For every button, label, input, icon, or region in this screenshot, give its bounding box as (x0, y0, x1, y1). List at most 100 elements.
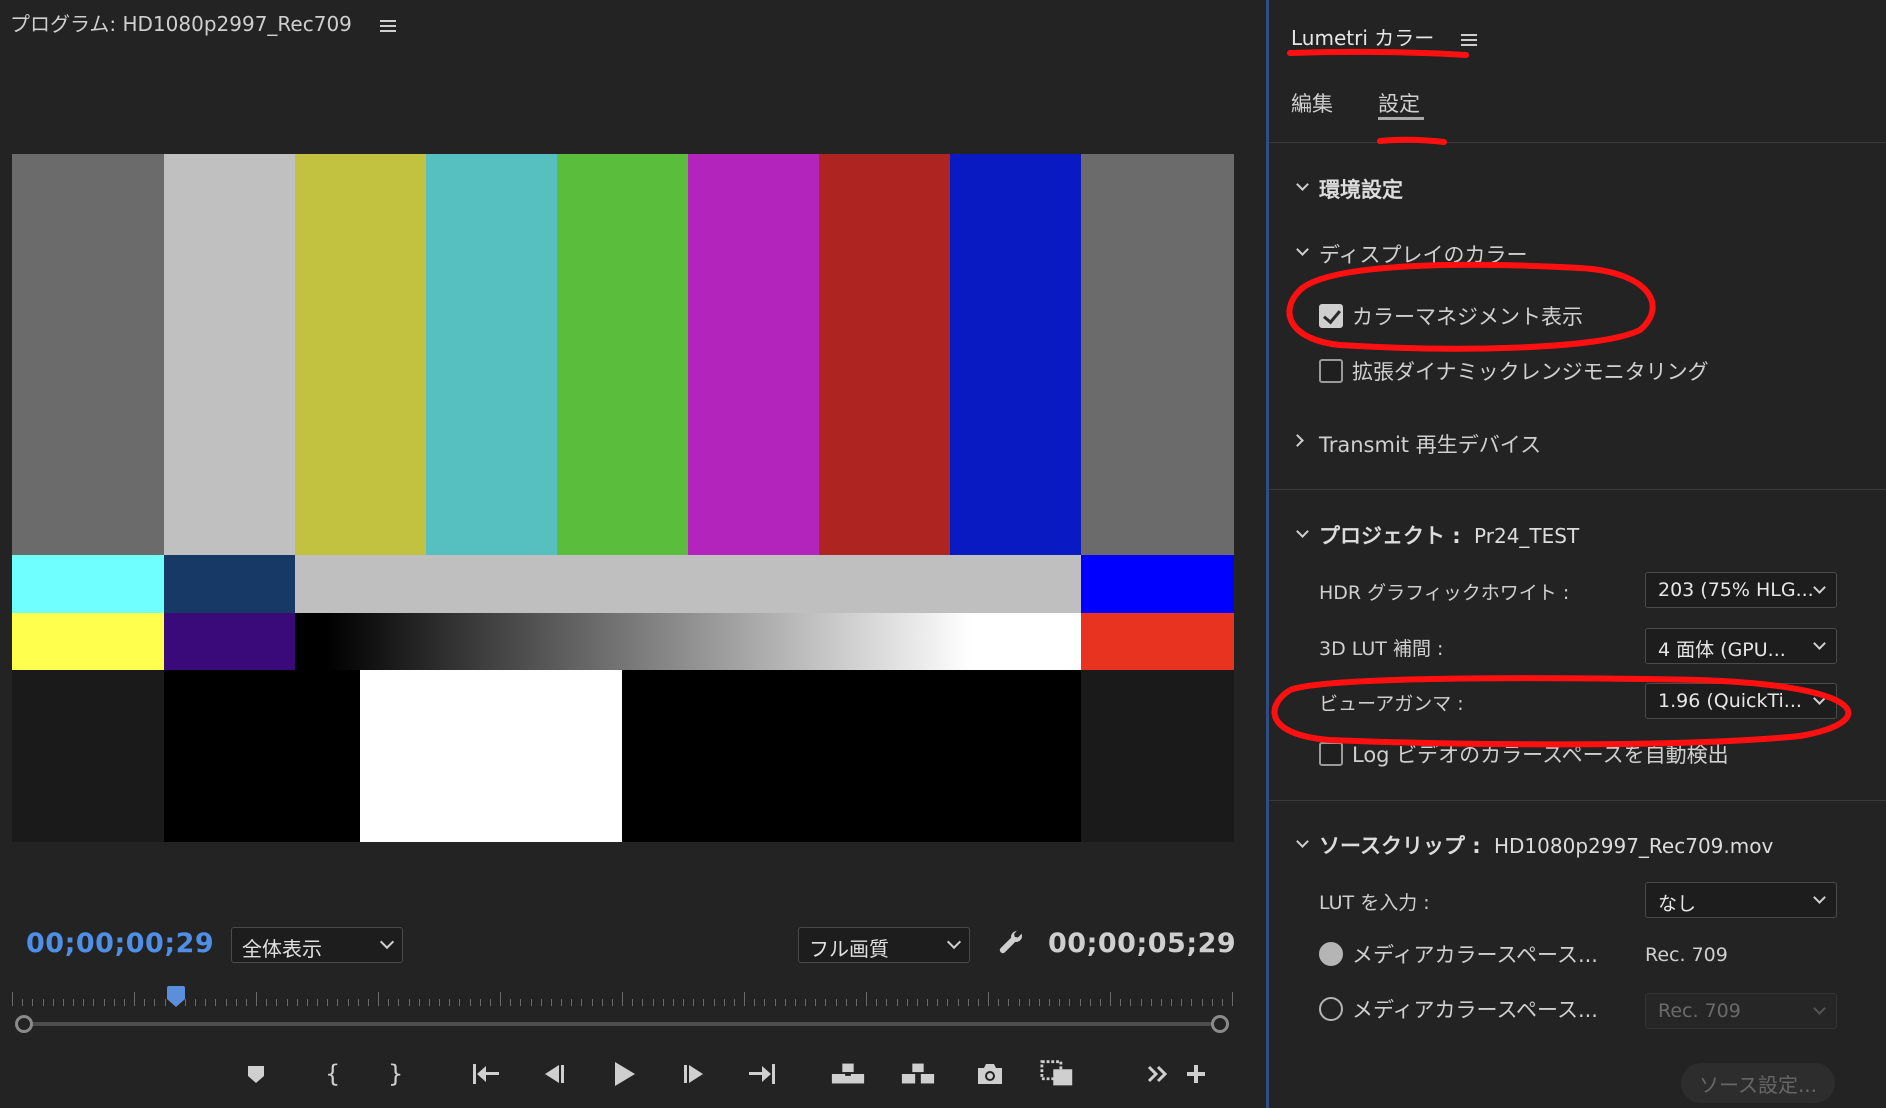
source-settings-button[interactable]: ソース設定... (1681, 1063, 1835, 1103)
auto-detect-log-checkbox[interactable] (1319, 742, 1343, 766)
color-bar-low (1081, 613, 1234, 670)
marker-icon (248, 1066, 264, 1083)
ruler-tick (714, 999, 715, 1006)
ruler-tick (53, 999, 54, 1006)
panel-menu-icon[interactable] (1460, 33, 1477, 46)
ruler-tick (876, 999, 877, 1006)
step-forward-button[interactable] (676, 1056, 712, 1092)
color-bar-top (557, 154, 688, 555)
transmit-device-heading[interactable]: Transmit 再生デバイス (1319, 429, 1541, 459)
export-frame-button[interactable] (972, 1056, 1008, 1092)
comparison-view-icon (1040, 1060, 1073, 1086)
chevron-right-icon[interactable] (1291, 434, 1304, 447)
ruler-tick (378, 992, 379, 1006)
more-controls-button[interactable] (1140, 1056, 1176, 1092)
lut-interpolation-label: 3D LUT 補間 : (1319, 638, 1444, 660)
mark-out-button[interactable]: } (376, 1056, 412, 1092)
lift-button[interactable] (830, 1056, 866, 1092)
button-editor-button[interactable] (1178, 1056, 1214, 1092)
ruler-tick (1141, 999, 1142, 1006)
tab-edit[interactable]: 編集 (1291, 88, 1333, 118)
color-management-display-label: カラーマネジメント表示 (1352, 305, 1583, 329)
ruler-tick (897, 999, 898, 1006)
time-ruler[interactable] (12, 990, 1234, 1006)
extended-dynamic-range-checkbox[interactable] (1319, 359, 1343, 383)
chevron-down-icon (1813, 581, 1826, 594)
ruler-tick (724, 999, 725, 1006)
comparison-view-button[interactable] (1040, 1056, 1076, 1092)
ruler-tick (571, 999, 572, 1006)
display-color-heading[interactable]: ディスプレイのカラー (1319, 239, 1528, 269)
color-bar-top (950, 154, 1081, 555)
fit-zoom-dropdown[interactable]: 全体表示 (231, 927, 403, 963)
ruler-tick (1069, 999, 1070, 1006)
ruler-tick (978, 999, 979, 1006)
ruler-tick (32, 999, 33, 1006)
ruler-tick (683, 999, 684, 1006)
ruler-tick (63, 999, 64, 1006)
play-icon (615, 1062, 635, 1086)
chevron-down-icon[interactable] (1296, 243, 1309, 256)
add-marker-button[interactable] (238, 1056, 274, 1092)
color-bar-top (819, 154, 950, 555)
lumetri-panel-title: Lumetri カラー (1291, 22, 1477, 51)
go-to-in-button[interactable] (468, 1056, 504, 1092)
media-colorspace-radio-1[interactable] (1319, 942, 1343, 966)
tab-settings[interactable]: 設定 (1378, 88, 1420, 118)
zoom-scrollbar[interactable] (24, 1022, 1222, 1026)
ruler-tick (226, 999, 227, 1006)
wrench-icon[interactable] (996, 928, 1028, 960)
program-title-text: プログラム: HD1080p2997_Rec709 (10, 12, 352, 36)
ruler-tick (520, 999, 521, 1006)
color-management-display-checkbox[interactable] (1319, 304, 1343, 328)
ruler-tick (43, 999, 44, 1006)
color-bar-top (1081, 154, 1234, 555)
viewer-gamma-value: 1.96 (QuickTi... (1658, 690, 1802, 712)
color-bar-mid (1081, 555, 1234, 613)
ruler-tick (337, 999, 338, 1006)
go-to-out-icon (749, 1064, 775, 1084)
go-to-out-button[interactable] (744, 1056, 780, 1092)
ruler-tick (612, 999, 613, 1006)
ruler-tick (653, 999, 654, 1006)
ruler-tick (836, 999, 837, 1006)
ruler-tick (541, 999, 542, 1006)
ruler-tick (510, 999, 511, 1006)
chevron-down-icon[interactable] (1296, 178, 1309, 191)
project-section-heading[interactable]: プロジェクト : Pr24_TEST (1319, 520, 1579, 550)
playhead-marker[interactable] (166, 986, 186, 1008)
media-colorspace-radio-2[interactable] (1319, 997, 1343, 1021)
input-lut-dropdown[interactable]: なし (1645, 882, 1837, 918)
color-bar-bottom (622, 670, 1081, 842)
ruler-tick (449, 999, 450, 1006)
hdr-graphics-white-dropdown[interactable]: 203 (75% HLG... (1645, 572, 1837, 608)
ruler-tick (1059, 999, 1060, 1006)
extended-dynamic-range-label: 拡張ダイナミックレンジモニタリング (1352, 360, 1709, 384)
source-clip-section-heading[interactable]: ソースクリップ : HD1080p2997_Rec709.mov (1319, 830, 1773, 860)
current-timecode[interactable]: 00;00;00;29 (26, 928, 214, 959)
media-colorspace-label-1: メディアカラースペース... (1352, 943, 1598, 967)
ruler-tick (1222, 999, 1223, 1006)
color-bar-mid (295, 555, 1081, 613)
scrollbar-right-handle[interactable] (1211, 1015, 1229, 1033)
ruler-tick (907, 999, 908, 1006)
preferences-section-heading[interactable]: 環境設定 (1319, 174, 1403, 204)
extract-button[interactable] (900, 1056, 936, 1092)
panel-menu-icon[interactable] (380, 19, 397, 32)
mark-in-button[interactable]: { (313, 1056, 349, 1092)
scrollbar-left-handle[interactable] (15, 1015, 33, 1033)
chevron-down-icon[interactable] (1296, 525, 1309, 538)
ruler-tick (114, 999, 115, 1006)
play-button[interactable] (606, 1056, 642, 1092)
ruler-tick (734, 999, 735, 1006)
ruler-tick (673, 999, 674, 1006)
viewer-gamma-dropdown[interactable]: 1.96 (QuickTi... (1645, 683, 1837, 719)
hdr-graphics-white-value: 203 (75% HLG... (1658, 579, 1814, 601)
playback-quality-dropdown[interactable]: フル画質 (798, 927, 970, 963)
ruler-tick (134, 992, 135, 1006)
step-back-button[interactable] (536, 1056, 572, 1092)
ruler-tick (1049, 999, 1050, 1006)
chevron-down-icon[interactable] (1296, 835, 1309, 848)
chevron-down-icon (379, 934, 395, 950)
lut-interpolation-dropdown[interactable]: 4 面体 (GPU... (1645, 628, 1837, 664)
